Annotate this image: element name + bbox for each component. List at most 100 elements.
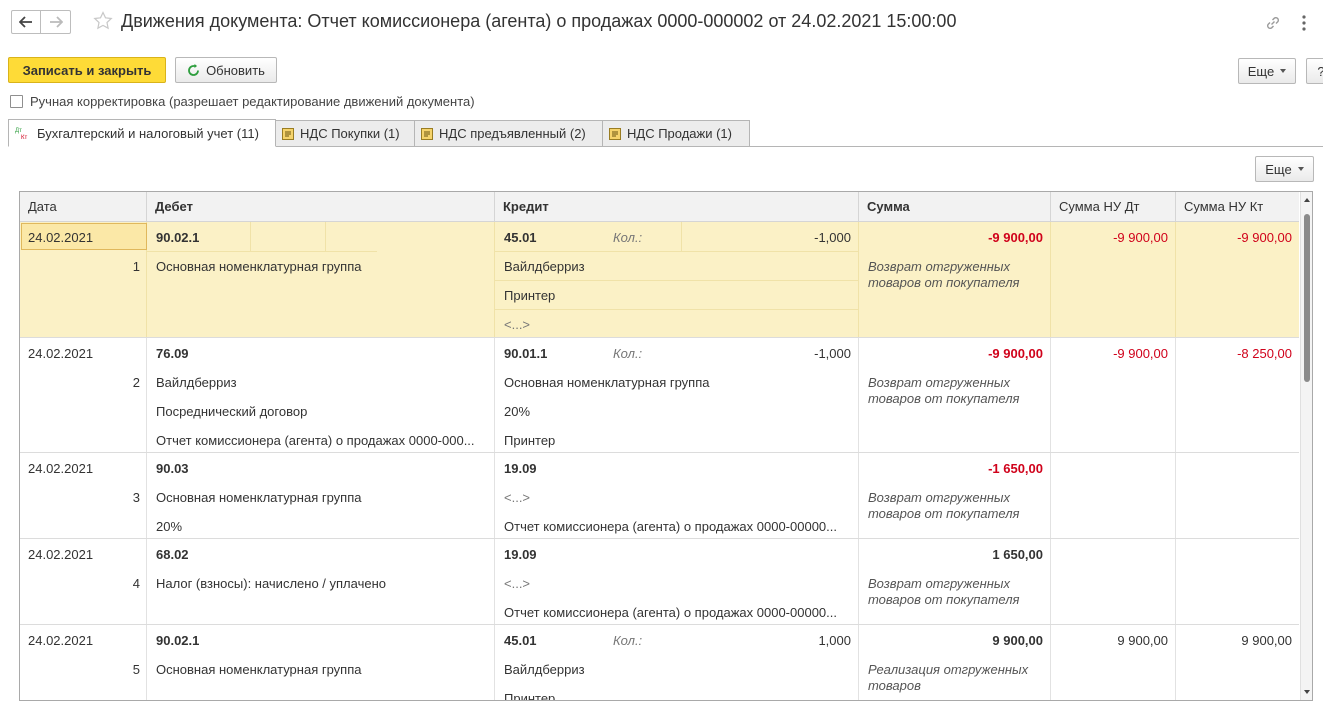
debit-subconto: Отчет комиссионера (агента) о продажах 0…	[156, 433, 475, 448]
page-title: Движения документа: Отчет комиссионера (…	[121, 11, 957, 31]
tab-vat-presented[interactable]: НДС предъявленный (2)	[414, 120, 603, 146]
row-date: 24.02.2021	[28, 346, 94, 361]
register-icon	[282, 127, 294, 140]
row-date: 24.02.2021	[28, 461, 94, 476]
link-icon[interactable]	[1264, 14, 1282, 32]
sum-nu-kt-value: -8 250,00	[1237, 346, 1292, 361]
credit-account: 45.01	[504, 230, 537, 245]
credit-subconto: <...>	[504, 490, 531, 505]
scroll-down-icon[interactable]	[1304, 690, 1310, 694]
credit-subconto: Принтер	[504, 691, 556, 701]
col-sum[interactable]: Сумма	[859, 192, 1051, 222]
debit-account: 68.02	[156, 547, 189, 562]
row-date: 24.02.2021	[28, 633, 94, 648]
credit-subconto: <...>	[504, 576, 531, 591]
dt-kt-icon: ДтКт	[15, 128, 27, 140]
sum-value: 9 900,00	[992, 633, 1043, 648]
more-vertical-icon[interactable]	[1297, 13, 1311, 33]
row-date: 24.02.2021	[28, 230, 94, 245]
scroll-thumb[interactable]	[1304, 214, 1310, 382]
table-more-button[interactable]: Еще	[1255, 156, 1314, 182]
save-and-close-button[interactable]: Записать и закрыть	[8, 57, 166, 83]
tab-label: НДС Продажи (1)	[627, 126, 732, 141]
debit-subconto: Посреднический договор	[156, 404, 308, 419]
vertical-scrollbar[interactable]	[1300, 192, 1312, 700]
back-button[interactable]	[11, 10, 41, 34]
credit-subconto: Отчет комиссионера (агента) о продажах 0…	[504, 519, 837, 534]
content-text: Возврат отгруженных товаров от покупател…	[868, 576, 1020, 607]
arrow-right-icon	[49, 16, 63, 28]
row-number: 2	[132, 375, 140, 390]
tab-accounting[interactable]: Дт Кт Бухгалтерский и налоговый учет (11)	[8, 119, 276, 147]
favorite-star-icon[interactable]	[93, 11, 113, 31]
tab-vat-purchases[interactable]: НДС Покупки (1)	[275, 120, 415, 146]
credit-subconto: Принтер	[504, 288, 556, 303]
col-date[interactable]: Дата	[20, 192, 147, 222]
credit-subconto: Вайлдберриз	[504, 662, 585, 677]
tab-vat-sales[interactable]: НДС Продажи (1)	[602, 120, 750, 146]
sum-value: 1 650,00	[992, 547, 1043, 562]
refresh-button[interactable]: Обновить	[175, 57, 277, 83]
sum-nu-dt-value: -9 900,00	[1113, 230, 1168, 245]
table-row[interactable]: 24.02.2021 3 90.03 Основная номенклатурная …	[20, 453, 1299, 539]
qty-label: Кол.:	[613, 633, 643, 648]
credit-subconto: Принтер	[504, 433, 556, 448]
chevron-down-icon	[1297, 167, 1304, 171]
row-number: 1	[132, 259, 140, 274]
table-header: Дата Дебет Кредит Сумма Сумма НУ Дт Сумм…	[20, 192, 1299, 222]
more-label: Еще	[1265, 161, 1292, 177]
help-button[interactable]: ?	[1306, 58, 1323, 84]
debit-account: 90.03	[156, 461, 189, 476]
row-number: 3	[132, 490, 140, 505]
debit-account: 76.09	[156, 346, 189, 361]
credit-account: 90.01.1	[504, 346, 548, 361]
svg-text:Кт: Кт	[21, 135, 27, 140]
movements-table[interactable]: Дата Дебет Кредит Сумма Сумма НУ Дт Сумм…	[19, 191, 1313, 701]
col-credit[interactable]: Кредит	[495, 192, 859, 222]
manual-correction-row[interactable]: Ручная корректировка (разрешает редактир…	[10, 94, 475, 109]
table-row[interactable]: 24.02.2021 2 76.09 Вайлдберриз Посреднически…	[20, 338, 1299, 453]
tab-label: НДС Покупки (1)	[300, 126, 400, 141]
forward-button[interactable]	[41, 10, 71, 34]
table-row[interactable]: 24.02.2021 4 68.02 Налог (взносы): начислен…	[20, 539, 1299, 625]
refresh-icon	[188, 63, 199, 76]
qty-label: Кол.:	[613, 230, 643, 245]
credit-subconto: Вайлдберриз	[504, 259, 585, 274]
col-debit[interactable]: Дебет	[147, 192, 495, 222]
arrow-left-icon	[19, 16, 32, 28]
sum-value: -9 900,00	[988, 230, 1043, 245]
qty-value: -1,000	[814, 230, 851, 245]
sum-nu-kt-value: 9 900,00	[1241, 633, 1292, 648]
debit-subconto: Налог (взносы): начислено / уплачено	[156, 576, 386, 591]
debit-subconto: 20%	[156, 519, 183, 534]
qty-value: 1,000	[818, 633, 851, 648]
sum-value: -9 900,00	[988, 346, 1043, 361]
col-sum-nu-dt[interactable]: Сумма НУ Дт	[1051, 192, 1176, 222]
tab-label: Бухгалтерский и налоговый учет (11)	[37, 125, 259, 141]
col-sum-nu-kt[interactable]: Сумма НУ Кт	[1176, 192, 1299, 222]
content-text: Возврат отгруженных товаров от покупател…	[868, 490, 1020, 521]
content-text: Реализация отгруженных товаров	[868, 662, 1029, 693]
table-row[interactable]: 24.02.2021 5 90.02.1 Основная номенклатурна…	[20, 625, 1299, 701]
credit-account: 19.09	[504, 547, 537, 562]
chevron-down-icon	[1280, 69, 1287, 73]
scroll-up-icon[interactable]	[1304, 198, 1310, 202]
credit-subconto: 20%	[504, 404, 531, 419]
debit-subconto: Вайлдберриз	[156, 375, 237, 390]
row-number: 5	[132, 662, 140, 677]
more-menu-button[interactable]: Еще	[1238, 58, 1296, 84]
table-row[interactable]: 24.02.2021 1 90.02.1 Основная номенклатурна…	[20, 222, 1299, 338]
register-icon	[421, 127, 433, 140]
qty-value: -1,000	[814, 346, 851, 361]
debit-account: 90.02.1	[156, 633, 200, 648]
sum-nu-dt-value: -9 900,00	[1113, 346, 1168, 361]
svg-text:Дт: Дт	[15, 128, 22, 134]
manual-correction-checkbox[interactable]	[10, 95, 23, 108]
debit-subconto: Основная номенклатурная группа	[156, 490, 362, 505]
sum-value: -1 650,00	[988, 461, 1043, 476]
content-text: Возврат отгруженных товаров от покупател…	[868, 259, 1020, 290]
content-text: Возврат отгруженных товаров от покупател…	[868, 375, 1020, 406]
register-icon	[609, 127, 621, 140]
qty-label: Кол.:	[613, 346, 643, 361]
manual-correction-label: Ручная корректировка (разрешает редактир…	[30, 94, 475, 109]
